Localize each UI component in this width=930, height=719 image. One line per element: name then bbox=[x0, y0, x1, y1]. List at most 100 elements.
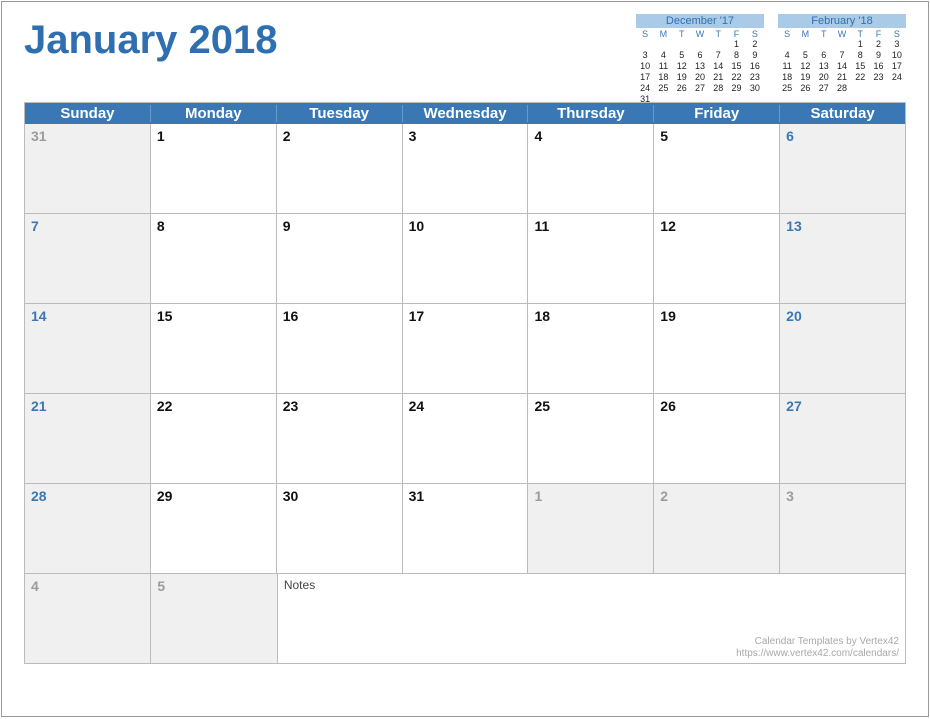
calendar-day-cell: 10 bbox=[403, 214, 529, 304]
attribution-text: Calendar Templates by Vertex42https://ww… bbox=[736, 636, 899, 660]
day-number: 1 bbox=[534, 488, 542, 504]
day-number: 3 bbox=[409, 128, 417, 144]
calendar-bottom-row: 45 Notes Calendar Templates by Vertex42htt… bbox=[24, 574, 906, 664]
mini-day-cell: 30 bbox=[746, 83, 764, 94]
page-title: January 2018 bbox=[24, 18, 278, 63]
mini-day-cell: 26 bbox=[796, 83, 814, 94]
calendar-day-cell: 11 bbox=[528, 214, 654, 304]
mini-day-cell: 19 bbox=[673, 72, 691, 83]
mini-day-cell: 26 bbox=[673, 83, 691, 94]
mini-grid-next: 1234567891011121314151617181920212223242… bbox=[778, 39, 906, 105]
day-number: 12 bbox=[660, 218, 676, 234]
calendar-day-cell: 1 bbox=[528, 484, 654, 574]
calendar-frame: January 2018 December '17 SMTWTFS 123456… bbox=[1, 1, 929, 717]
day-number: 30 bbox=[283, 488, 299, 504]
day-number: 18 bbox=[534, 308, 550, 324]
mini-day-cell: 25 bbox=[654, 83, 672, 94]
mini-day-cell: 16 bbox=[869, 61, 887, 72]
mini-day-cell: 14 bbox=[833, 61, 851, 72]
mini-day-cell: 24 bbox=[636, 83, 654, 94]
mini-day-cell: 21 bbox=[709, 72, 727, 83]
dow-header-cell: Tuesday bbox=[276, 105, 402, 122]
calendar-day-cell: 17 bbox=[403, 304, 529, 394]
mini-day-cell bbox=[815, 39, 833, 50]
calendar-day-cell: 19 bbox=[654, 304, 780, 394]
notes-area: Notes Calendar Templates by Vertex42https… bbox=[278, 574, 906, 664]
day-number: 13 bbox=[786, 218, 802, 234]
mini-day-cell: 13 bbox=[691, 61, 709, 72]
mini-day-cell: 3 bbox=[636, 50, 654, 61]
day-number: 20 bbox=[786, 308, 802, 324]
day-number: 5 bbox=[157, 578, 165, 594]
mini-day-cell: 9 bbox=[746, 50, 764, 61]
day-number: 4 bbox=[534, 128, 542, 144]
calendar-day-cell: 18 bbox=[528, 304, 654, 394]
calendar-day-cell: 29 bbox=[151, 484, 277, 574]
calendar-day-cell: 3 bbox=[780, 484, 906, 574]
mini-dow-row: SMTWTFS bbox=[636, 28, 764, 39]
mini-day-cell: 9 bbox=[869, 50, 887, 61]
day-number: 29 bbox=[157, 488, 173, 504]
calendar-day-cell: 20 bbox=[780, 304, 906, 394]
mini-day-cell bbox=[778, 94, 796, 105]
dow-header-cell: Monday bbox=[150, 105, 276, 122]
calendar-day-cell: 15 bbox=[151, 304, 277, 394]
mini-day-cell bbox=[709, 94, 727, 105]
mini-day-cell bbox=[691, 39, 709, 50]
mini-day-cell bbox=[673, 94, 691, 105]
calendar-week-row: 14151617181920 bbox=[25, 304, 906, 394]
mini-day-cell: 1 bbox=[851, 39, 869, 50]
mini-dow-cell: T bbox=[709, 28, 727, 39]
mini-dow-cell: W bbox=[691, 28, 709, 39]
mini-day-cell bbox=[673, 39, 691, 50]
dow-header-cell: Friday bbox=[653, 105, 779, 122]
mini-day-cell: 3 bbox=[888, 39, 906, 50]
calendar-day-cell: 12 bbox=[654, 214, 780, 304]
mini-day-cell: 16 bbox=[746, 61, 764, 72]
mini-dow-cell: F bbox=[727, 28, 745, 39]
mini-day-cell: 12 bbox=[673, 61, 691, 72]
mini-day-cell bbox=[869, 83, 887, 94]
mini-day-cell: 4 bbox=[654, 50, 672, 61]
calendar-day-cell: 14 bbox=[25, 304, 151, 394]
mini-day-cell: 8 bbox=[851, 50, 869, 61]
day-number: 23 bbox=[283, 398, 299, 414]
mini-day-cell: 18 bbox=[778, 72, 796, 83]
mini-day-cell: 27 bbox=[691, 83, 709, 94]
mini-day-cell: 22 bbox=[851, 72, 869, 83]
mini-day-cell: 17 bbox=[636, 72, 654, 83]
mini-day-cell: 11 bbox=[778, 61, 796, 72]
calendar-day-cell: 4 bbox=[25, 574, 151, 664]
calendar-day-cell: 1 bbox=[151, 124, 277, 214]
day-number: 6 bbox=[786, 128, 794, 144]
calendar-day-cell: 5 bbox=[654, 124, 780, 214]
day-number: 22 bbox=[157, 398, 173, 414]
mini-day-cell: 4 bbox=[778, 50, 796, 61]
mini-day-cell bbox=[888, 83, 906, 94]
calendar-grid: 3112345678910111213141516171819202122232… bbox=[24, 124, 906, 574]
mini-dow-cell: W bbox=[833, 28, 851, 39]
mini-day-cell: 22 bbox=[727, 72, 745, 83]
mini-day-cell: 7 bbox=[833, 50, 851, 61]
mini-dow-cell: M bbox=[796, 28, 814, 39]
notes-label: Notes bbox=[284, 578, 315, 592]
mini-day-cell: 28 bbox=[833, 83, 851, 94]
calendar-day-cell: 4 bbox=[528, 124, 654, 214]
day-number: 3 bbox=[786, 488, 794, 504]
calendar-day-cell: 31 bbox=[25, 124, 151, 214]
mini-day-cell: 27 bbox=[815, 83, 833, 94]
mini-day-cell: 12 bbox=[796, 61, 814, 72]
day-number: 27 bbox=[786, 398, 802, 414]
calendar-day-cell: 22 bbox=[151, 394, 277, 484]
mini-day-cell bbox=[654, 39, 672, 50]
mini-grid-prev: 1234567891011121314151617181920212223242… bbox=[636, 39, 764, 105]
mini-day-cell: 2 bbox=[746, 39, 764, 50]
mini-day-cell: 29 bbox=[727, 83, 745, 94]
day-number: 24 bbox=[409, 398, 425, 414]
mini-dow-cell: S bbox=[636, 28, 654, 39]
calendar-day-cell: 3 bbox=[403, 124, 529, 214]
calendar-day-cell: 5 bbox=[151, 574, 277, 664]
day-number: 17 bbox=[409, 308, 425, 324]
day-number: 2 bbox=[660, 488, 668, 504]
mini-day-cell: 1 bbox=[727, 39, 745, 50]
